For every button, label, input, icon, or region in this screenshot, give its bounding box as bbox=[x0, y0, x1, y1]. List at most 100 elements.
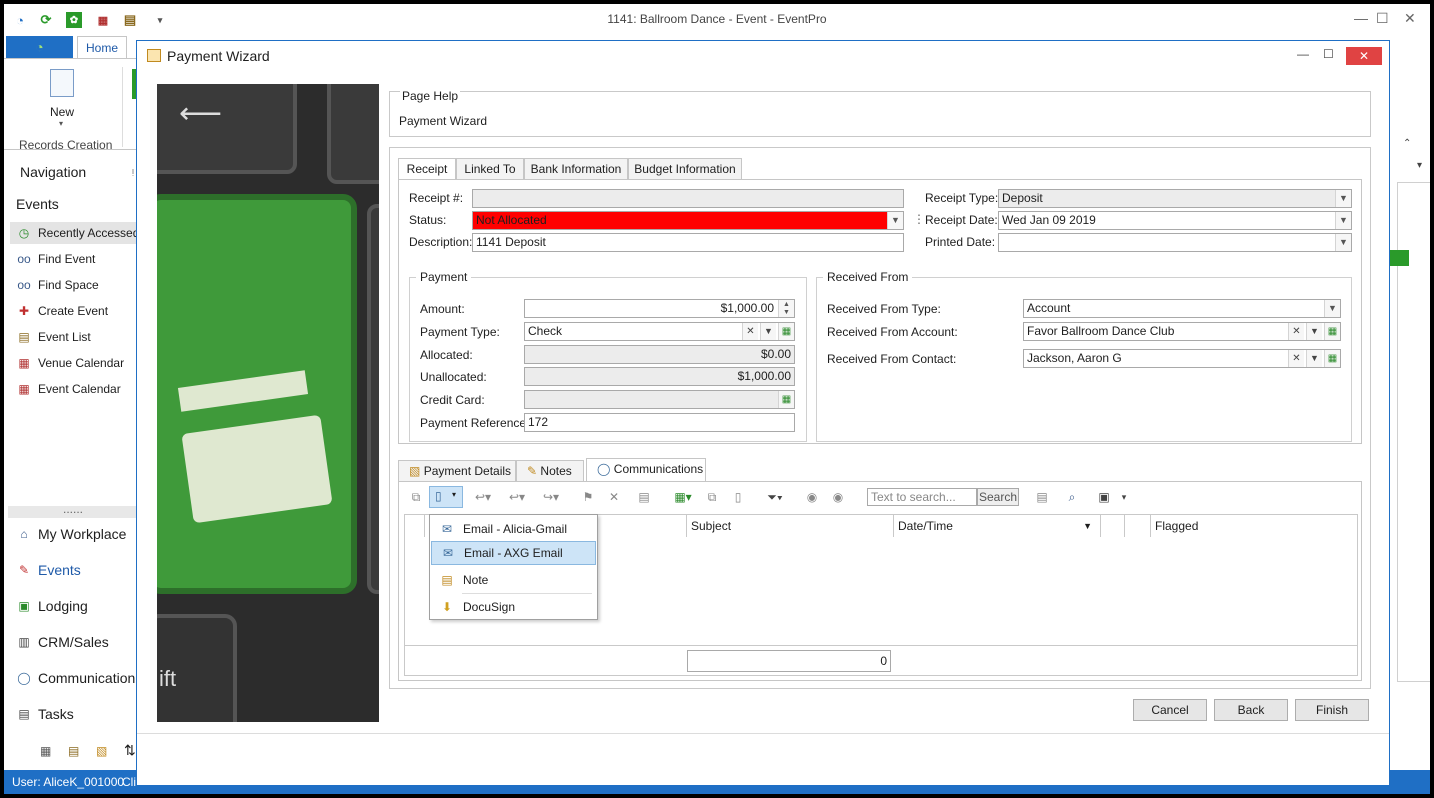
chevron-down-icon[interactable]: ▾ bbox=[1117, 488, 1131, 506]
save-icon[interactable]: ▣ bbox=[1095, 488, 1113, 506]
maximize-icon[interactable]: ☐ bbox=[1376, 10, 1389, 27]
lookup-icon[interactable]: ▦ bbox=[778, 391, 794, 408]
unallocated-field[interactable]: $1,000.00 bbox=[524, 367, 795, 386]
link-icon[interactable]: ⧉ bbox=[703, 488, 721, 506]
chevron-down-icon[interactable]: ▼ bbox=[887, 212, 903, 229]
dropdown-icon[interactable]: ▾ bbox=[1417, 160, 1422, 171]
column-subject[interactable]: Subject bbox=[687, 515, 894, 537]
tab-notes[interactable]: ✎ Notes bbox=[516, 460, 584, 482]
receipt-type-field[interactable]: Deposit ▼ bbox=[998, 189, 1352, 208]
filter-icon[interactable]: ⏷▾ bbox=[761, 488, 789, 506]
allocated-field[interactable]: $0.00 bbox=[524, 345, 795, 364]
amount-field[interactable]: $1,000.00 ▲ ▼ bbox=[524, 299, 795, 318]
credit-card-field[interactable]: ▦ bbox=[524, 390, 795, 409]
chevron-down-icon[interactable]: ▼ bbox=[760, 323, 776, 340]
forward-icon[interactable]: ↪▾ bbox=[537, 488, 565, 506]
pin-icon[interactable]: ᴉ bbox=[132, 166, 134, 176]
received-from-type-field[interactable]: Account ▼ bbox=[1023, 299, 1341, 318]
nav-communication[interactable]: ◯ Communication bbox=[16, 670, 135, 686]
chevron-down-icon[interactable]: ▼ bbox=[1335, 190, 1351, 207]
nav-item-venue-calendar[interactable]: ▦ Venue Calendar bbox=[16, 356, 124, 370]
receipt-date-field[interactable]: Wed Jan 09 2019 ▼ bbox=[998, 211, 1352, 230]
reply-all-icon[interactable]: ↩▾ bbox=[503, 488, 531, 506]
dialog-maximize-icon[interactable]: ☐ bbox=[1323, 47, 1334, 61]
nav-item-event-calendar[interactable]: ▦ Event Calendar bbox=[16, 382, 120, 396]
nav-my-workplace[interactable]: ⌂ My Workplace bbox=[16, 526, 126, 542]
sort-icon[interactable]: ⇅ bbox=[124, 742, 136, 759]
nav-lodging[interactable]: ▣ Lodging bbox=[16, 598, 88, 614]
find-icon[interactable]: ⌕ bbox=[1063, 488, 1081, 506]
app-menu-button[interactable]: ◔ bbox=[6, 36, 73, 58]
tab-payment-details[interactable]: ▧ Payment Details bbox=[398, 460, 516, 482]
nav-item-find-event[interactable]: oo Find Event bbox=[16, 252, 95, 266]
customize-dropdown-icon[interactable]: ▾ bbox=[152, 12, 168, 28]
nav-item-create-event[interactable]: ✚ Create Event bbox=[16, 304, 108, 318]
collapse-ribbon-icon[interactable]: ⌃ bbox=[1403, 138, 1411, 149]
chevron-down-icon[interactable]: ▼ bbox=[1324, 300, 1340, 317]
lookup-icon[interactable]: ▦ bbox=[778, 323, 794, 340]
folder-icon[interactable]: ▧ bbox=[96, 744, 107, 758]
lookup-icon[interactable]: ▦ bbox=[1324, 350, 1340, 367]
description-field[interactable]: 1141 Deposit bbox=[472, 233, 904, 252]
column-flagged[interactable]: Flagged bbox=[1151, 515, 1357, 537]
nav-tasks[interactable]: ▤ Tasks bbox=[16, 706, 73, 722]
nav-splitter[interactable]: ...... bbox=[8, 503, 138, 518]
cancel-button[interactable]: Cancel bbox=[1133, 699, 1207, 721]
received-from-account-field[interactable]: Favor Ballroom Dance Club ✕ ▼ ▦ bbox=[1023, 322, 1341, 341]
nav-crm-sales[interactable]: ▥ CRM/Sales bbox=[16, 634, 108, 650]
column-date-time[interactable]: Date/Time ▼ bbox=[894, 515, 1101, 537]
search-input[interactable]: Text to search... bbox=[867, 488, 977, 506]
new-document-icon[interactable] bbox=[50, 69, 74, 97]
new-dropdown-icon[interactable]: ▾ bbox=[59, 119, 63, 128]
delete-icon[interactable]: ✕ bbox=[605, 488, 623, 506]
calendar-icon[interactable]: ▦ bbox=[95, 12, 111, 28]
refresh-icon[interactable]: ⟳ bbox=[38, 12, 54, 28]
menu-item-docusign[interactable]: ⬇ DocuSign bbox=[431, 595, 596, 619]
status-field[interactable]: Not Allocated ▼ bbox=[472, 211, 904, 230]
search-button[interactable]: Search bbox=[977, 488, 1019, 506]
calculator-icon[interactable]: ▦ bbox=[40, 744, 51, 758]
flag-icon[interactable]: ⚑ bbox=[579, 488, 597, 506]
lookup-icon[interactable]: ▦ bbox=[1324, 323, 1340, 340]
forward-circle-icon[interactable]: ◉ bbox=[829, 488, 847, 506]
menu-item-note[interactable]: ▤ Note bbox=[431, 568, 596, 592]
finish-button[interactable]: Finish bbox=[1295, 699, 1369, 721]
reply-icon[interactable]: ↩▾ bbox=[469, 488, 497, 506]
nav-item-recently-accessed[interactable]: ◷ Recently Accessed E bbox=[16, 226, 151, 240]
tab-communications[interactable]: ◯ Communications bbox=[586, 458, 706, 482]
minimize-icon[interactable]: — bbox=[1354, 10, 1368, 26]
tab-budget-information[interactable]: Budget Information bbox=[628, 158, 742, 180]
chevron-down-icon[interactable]: ▼ bbox=[1306, 323, 1322, 340]
new-communication-button[interactable]: ▯ ▾ bbox=[429, 486, 463, 508]
chevron-down-icon[interactable]: ▼ bbox=[1306, 350, 1322, 367]
clear-icon[interactable]: ✕ bbox=[1288, 350, 1304, 367]
back-button[interactable]: Back bbox=[1214, 699, 1288, 721]
received-from-contact-field[interactable]: Jackson, Aaron G ✕ ▼ ▦ bbox=[1023, 349, 1341, 368]
print-icon[interactable]: ▤ bbox=[635, 488, 653, 506]
tab-receipt[interactable]: Receipt bbox=[398, 158, 456, 180]
tab-home[interactable]: Home bbox=[77, 36, 127, 58]
dialog-close-button[interactable]: ✕ bbox=[1346, 47, 1382, 65]
chevron-down-icon[interactable]: ▼ bbox=[1335, 234, 1351, 251]
receipt-number-field[interactable] bbox=[472, 189, 904, 208]
clear-icon[interactable]: ✕ bbox=[742, 323, 758, 340]
nav-item-event-list[interactable]: ▤ Event List bbox=[16, 330, 90, 344]
printed-date-field[interactable]: ▼ bbox=[998, 233, 1352, 252]
more-options-icon[interactable]: ⋮ bbox=[913, 212, 925, 226]
clipboard-icon[interactable]: ▤ bbox=[1033, 488, 1051, 506]
chevron-down-icon[interactable]: ▼ bbox=[1335, 212, 1351, 229]
unlink-icon[interactable]: ▯ bbox=[729, 488, 747, 506]
clipboard-icon[interactable]: ▤ bbox=[122, 12, 138, 28]
clear-icon[interactable]: ✕ bbox=[1288, 323, 1304, 340]
spinner-icon[interactable]: ▲ ▼ bbox=[778, 300, 794, 317]
nav-events[interactable]: ✎ Events bbox=[16, 562, 81, 578]
payment-reference-field[interactable]: 172 bbox=[524, 413, 795, 432]
back-circle-icon[interactable]: ◉ bbox=[803, 488, 821, 506]
logo-icon[interactable]: ◔ bbox=[12, 12, 28, 28]
dialog-minimize-icon[interactable]: — bbox=[1297, 47, 1309, 61]
clipboard-icon[interactable]: ▤ bbox=[68, 744, 79, 758]
payment-type-field[interactable]: Check ✕ ▼ ▦ bbox=[524, 322, 795, 341]
menu-item-email-alicia-gmail[interactable]: ✉ Email - Alicia-Gmail bbox=[431, 517, 596, 541]
export-icon[interactable]: ▦▾ bbox=[669, 488, 697, 506]
nav-item-find-space[interactable]: oo Find Space bbox=[16, 278, 98, 292]
